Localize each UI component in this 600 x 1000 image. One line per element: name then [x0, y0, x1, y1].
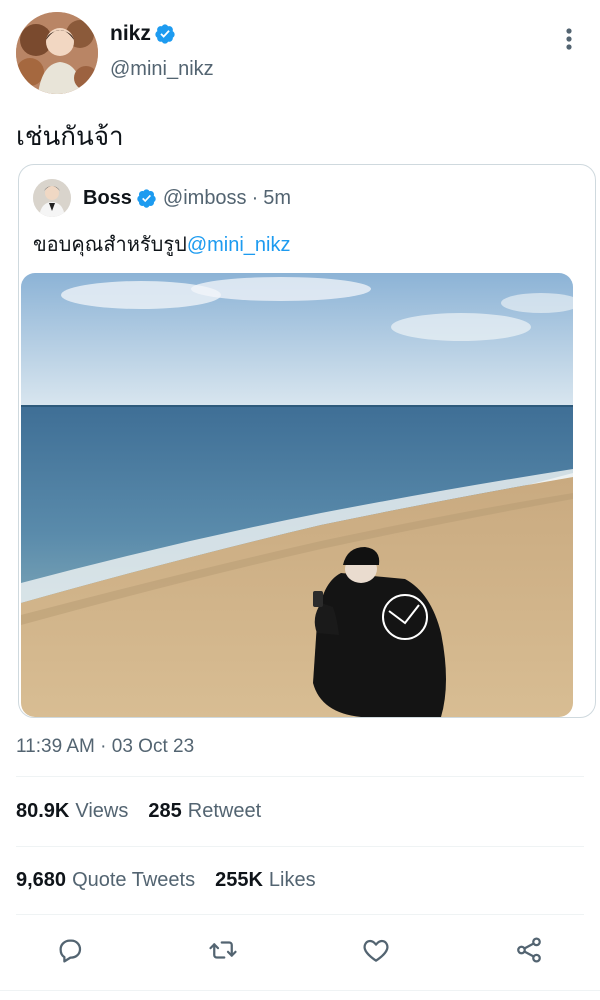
divider [16, 776, 584, 777]
views-label: Views [75, 800, 129, 822]
author-avatar[interactable] [16, 12, 98, 94]
quoted-author-avatar[interactable] [33, 179, 71, 217]
tweet-actions-bar [0, 930, 600, 974]
retweets-count: 285 [148, 800, 182, 822]
author-name-row: nikz [110, 22, 176, 46]
likes-count: 255K [215, 869, 263, 891]
divider [16, 914, 584, 915]
retweet-icon [209, 941, 237, 959]
verified-badge-icon [137, 189, 156, 208]
verified-badge-icon [155, 24, 175, 44]
quoted-display-name[interactable]: Boss [83, 187, 132, 210]
divider [16, 846, 584, 847]
quoted-tweet-text: ขอบคุณสำหรับรูป@mini_nikz [33, 228, 290, 260]
likes-stat[interactable]: 255K Likes [215, 869, 316, 892]
like-icon [363, 939, 389, 962]
likes-label: Likes [268, 869, 316, 891]
separator-dot: · [251, 187, 259, 209]
quoted-tweet-header: Boss @imboss · 5m [83, 187, 291, 210]
more-vertical-icon [566, 28, 572, 50]
tweet-timestamp[interactable]: 11:39 AM · 03 Oct 23 [16, 736, 194, 758]
tweet-text: เช่นกันจ้า [16, 121, 124, 151]
quoted-handle[interactable]: @imboss [163, 187, 247, 210]
stats-row-engagement: 9,680 Quote Tweets 255K Likes [16, 869, 336, 892]
share-button[interactable] [509, 930, 549, 970]
quotes-count: 9,680 [16, 869, 67, 891]
views-stat[interactable]: 80.9K Views [16, 800, 128, 823]
quoted-time[interactable]: 5m [263, 187, 291, 210]
retweets-stat[interactable]: 285 Retweet [148, 800, 261, 823]
quoted-tweet[interactable]: Boss @imboss · 5m ขอบคุณสำหรับรูป@mini_n… [18, 164, 596, 718]
divider [0, 990, 600, 991]
reply-button[interactable] [50, 930, 90, 970]
retweets-label: Retweet [187, 800, 262, 822]
quotes-label: Quote Tweets [72, 869, 196, 891]
reply-icon [59, 939, 82, 963]
tweet-header: nikz @mini_nikz [16, 12, 584, 96]
more-options-button[interactable] [562, 26, 576, 52]
share-icon [517, 937, 541, 963]
retweet-button[interactable] [203, 930, 243, 970]
quote-tweets-stat[interactable]: 9,680 Quote Tweets [16, 869, 195, 892]
beach-photo[interactable] [21, 273, 573, 717]
views-count: 80.9K [16, 800, 70, 822]
author-display-name[interactable]: nikz [110, 22, 151, 46]
stats-row-views: 80.9K Views 285 Retweet [16, 800, 281, 823]
like-button[interactable] [356, 930, 396, 970]
quoted-text-body: ขอบคุณสำหรับรูป [33, 234, 187, 256]
author-handle[interactable]: @mini_nikz [110, 58, 214, 81]
mention-link[interactable]: @mini_nikz [187, 234, 291, 256]
